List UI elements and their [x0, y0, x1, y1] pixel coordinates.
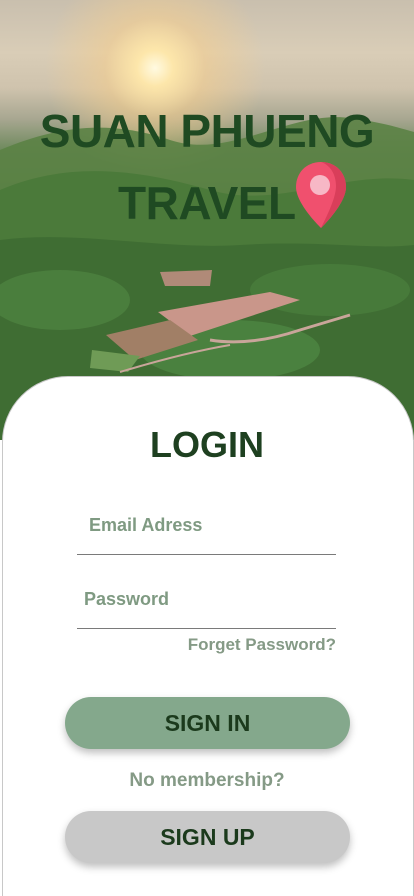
- email-field[interactable]: [77, 512, 348, 538]
- login-screen: SUAN PHUENG TRAVEL LOGIN Forget Password…: [0, 0, 414, 896]
- no-membership-text: No membership?: [129, 770, 285, 791]
- login-title: LOGIN: [150, 424, 264, 465]
- email-field-container: [77, 512, 348, 555]
- sign-up-button[interactable]: SIGN UP: [65, 811, 350, 863]
- brand-title-line2: TRAVEL: [118, 177, 296, 229]
- password-field[interactable]: [77, 586, 343, 612]
- brand-title-line1: SUAN PHUENG: [39, 105, 375, 157]
- password-field-container: [77, 586, 343, 629]
- location-pin-icon: [296, 162, 346, 228]
- sign-in-button[interactable]: SIGN IN: [65, 697, 350, 749]
- forget-password-link[interactable]: Forget Password?: [188, 635, 336, 655]
